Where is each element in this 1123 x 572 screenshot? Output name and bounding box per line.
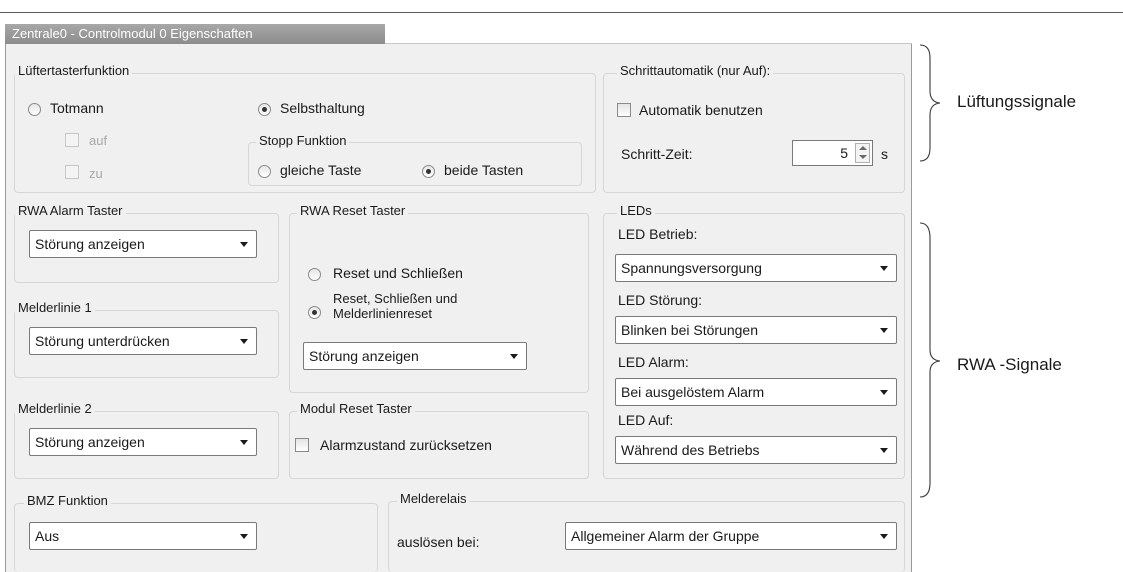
chevron-down-icon bbox=[240, 440, 248, 445]
melderlinie1-title: Melderlinie 1 bbox=[15, 300, 95, 315]
led-alarm-dropdown[interactable]: Bei ausgelöstem Alarm bbox=[615, 378, 897, 406]
selbsthaltung-label: Selbsthaltung bbox=[280, 100, 365, 116]
rwa-reset-value: Störung anzeigen bbox=[309, 348, 419, 364]
chevron-down-icon bbox=[240, 534, 248, 539]
led-betrieb-dropdown[interactable]: Spannungsversorgung bbox=[615, 254, 897, 282]
led-stoerung-dropdown[interactable]: Blinken bei Störungen bbox=[615, 316, 897, 344]
spin-up-icon[interactable] bbox=[859, 146, 867, 150]
melderlinie1-dropdown[interactable]: Störung unterdrücken bbox=[29, 327, 257, 355]
led-alarm-label: LED Alarm: bbox=[618, 354, 689, 370]
rwa-reset-dropdown[interactable]: Störung anzeigen bbox=[303, 342, 527, 370]
chevron-down-icon bbox=[510, 354, 518, 359]
melderelais-value: Allgemeiner Alarm der Gruppe bbox=[571, 528, 760, 544]
reset-melderlinienreset-label: Reset, Schließen und Melderlinienreset bbox=[333, 291, 457, 321]
led-alarm-value: Bei ausgelöstem Alarm bbox=[621, 384, 765, 400]
chevron-down-icon bbox=[880, 266, 888, 271]
rwa-alarm-title: RWA Alarm Taster bbox=[15, 203, 126, 218]
led-auf-label: LED Auf: bbox=[618, 412, 674, 428]
bmz-value: Aus bbox=[35, 528, 60, 544]
reset-schliessen-radio[interactable] bbox=[308, 268, 321, 281]
alarmzustand-checkbox[interactable] bbox=[295, 438, 309, 452]
window-title-tab: Zentrale0 - Controlmodul 0 Eigenschaften bbox=[5, 24, 385, 44]
reset-schliessen-label: Reset und Schließen bbox=[333, 265, 463, 281]
stopp-funktion-title: Stopp Funktion bbox=[256, 133, 350, 148]
lueftung-brace bbox=[919, 44, 941, 162]
automatik-checkbox[interactable] bbox=[617, 103, 631, 117]
auf-checkbox[interactable] bbox=[65, 133, 79, 147]
led-betrieb-value: Spannungsversorgung bbox=[621, 260, 762, 276]
zu-label: zu bbox=[89, 166, 103, 181]
option2-line1: Reset, Schließen und bbox=[333, 291, 458, 306]
melderelais-dropdown[interactable]: Allgemeiner Alarm der Gruppe bbox=[565, 522, 897, 550]
schrittautomatik-title: Schrittautomatik (nur Auf): bbox=[617, 63, 774, 78]
chevron-down-icon bbox=[880, 448, 888, 453]
auf-label: auf bbox=[89, 133, 108, 148]
melderlinie1-value: Störung unterdrücken bbox=[35, 333, 170, 349]
chevron-down-icon bbox=[880, 328, 888, 333]
schrittzeit-unit: s bbox=[881, 146, 888, 162]
beide-tasten-label: beide Tasten bbox=[444, 162, 524, 178]
spin-down-icon[interactable] bbox=[859, 155, 867, 159]
totmann-radio[interactable] bbox=[28, 103, 41, 116]
beide-tasten-radio[interactable] bbox=[422, 165, 435, 178]
rwa-alarm-dropdown[interactable]: Störung anzeigen bbox=[29, 230, 257, 258]
top-rule bbox=[0, 12, 1123, 13]
lueftungssignale-annotation: Lüftungssignale bbox=[957, 92, 1077, 111]
chevron-down-icon bbox=[240, 339, 248, 344]
rwa-brace bbox=[919, 222, 941, 498]
led-stoerung-value: Blinken bei Störungen bbox=[621, 322, 758, 338]
led-betrieb-label: LED Betrieb: bbox=[618, 226, 698, 242]
chevron-down-icon bbox=[880, 390, 888, 395]
schrittzeit-label: Schritt-Zeit: bbox=[621, 146, 693, 162]
chevron-down-icon bbox=[880, 534, 888, 539]
melderelais-title: Melderelais bbox=[397, 491, 470, 506]
melderelais-label: auslösen bei: bbox=[397, 534, 480, 550]
melderlinie2-dropdown[interactable]: Störung anzeigen bbox=[29, 428, 257, 456]
modul-reset-title: Modul Reset Taster bbox=[297, 401, 415, 416]
rwa-alarm-value: Störung anzeigen bbox=[35, 236, 145, 252]
gleiche-taste-radio[interactable] bbox=[258, 165, 271, 178]
schrittzeit-value: 5 bbox=[840, 145, 848, 161]
automatik-label: Automatik benutzen bbox=[639, 102, 763, 118]
bmz-dropdown[interactable]: Aus bbox=[29, 522, 257, 550]
rwa-signale-annotation: RWA -Signale bbox=[957, 355, 1062, 374]
rwa-reset-title: RWA Reset Taster bbox=[297, 203, 409, 218]
schrittautomatik-group bbox=[603, 73, 905, 193]
lueftertaster-title: Lüftertasterfunktion bbox=[15, 63, 133, 78]
alarmzustand-label: Alarmzustand zurücksetzen bbox=[320, 437, 492, 453]
zu-checkbox[interactable] bbox=[65, 165, 79, 179]
schrittzeit-spinner[interactable]: 5 bbox=[792, 140, 873, 166]
led-auf-dropdown[interactable]: Während des Betriebs bbox=[615, 436, 897, 464]
tab-strip-blank bbox=[385, 24, 912, 44]
selbsthaltung-radio[interactable] bbox=[258, 103, 271, 116]
bmz-title: BMZ Funktion bbox=[24, 493, 111, 508]
chevron-down-icon bbox=[240, 242, 248, 247]
gleiche-taste-label: gleiche Taste bbox=[280, 162, 362, 178]
led-auf-value: Während des Betriebs bbox=[621, 442, 760, 458]
reset-melderlinienreset-radio[interactable] bbox=[308, 306, 321, 319]
leds-title: LEDs bbox=[617, 203, 655, 218]
melderlinie2-title: Melderlinie 2 bbox=[15, 401, 95, 416]
spinner-buttons[interactable] bbox=[855, 143, 870, 163]
option2-line2: Melderlinienreset bbox=[333, 306, 432, 321]
led-stoerung-label: LED Störung: bbox=[618, 292, 703, 308]
totmann-label: Totmann bbox=[50, 100, 104, 116]
melderlinie2-value: Störung anzeigen bbox=[35, 434, 145, 450]
